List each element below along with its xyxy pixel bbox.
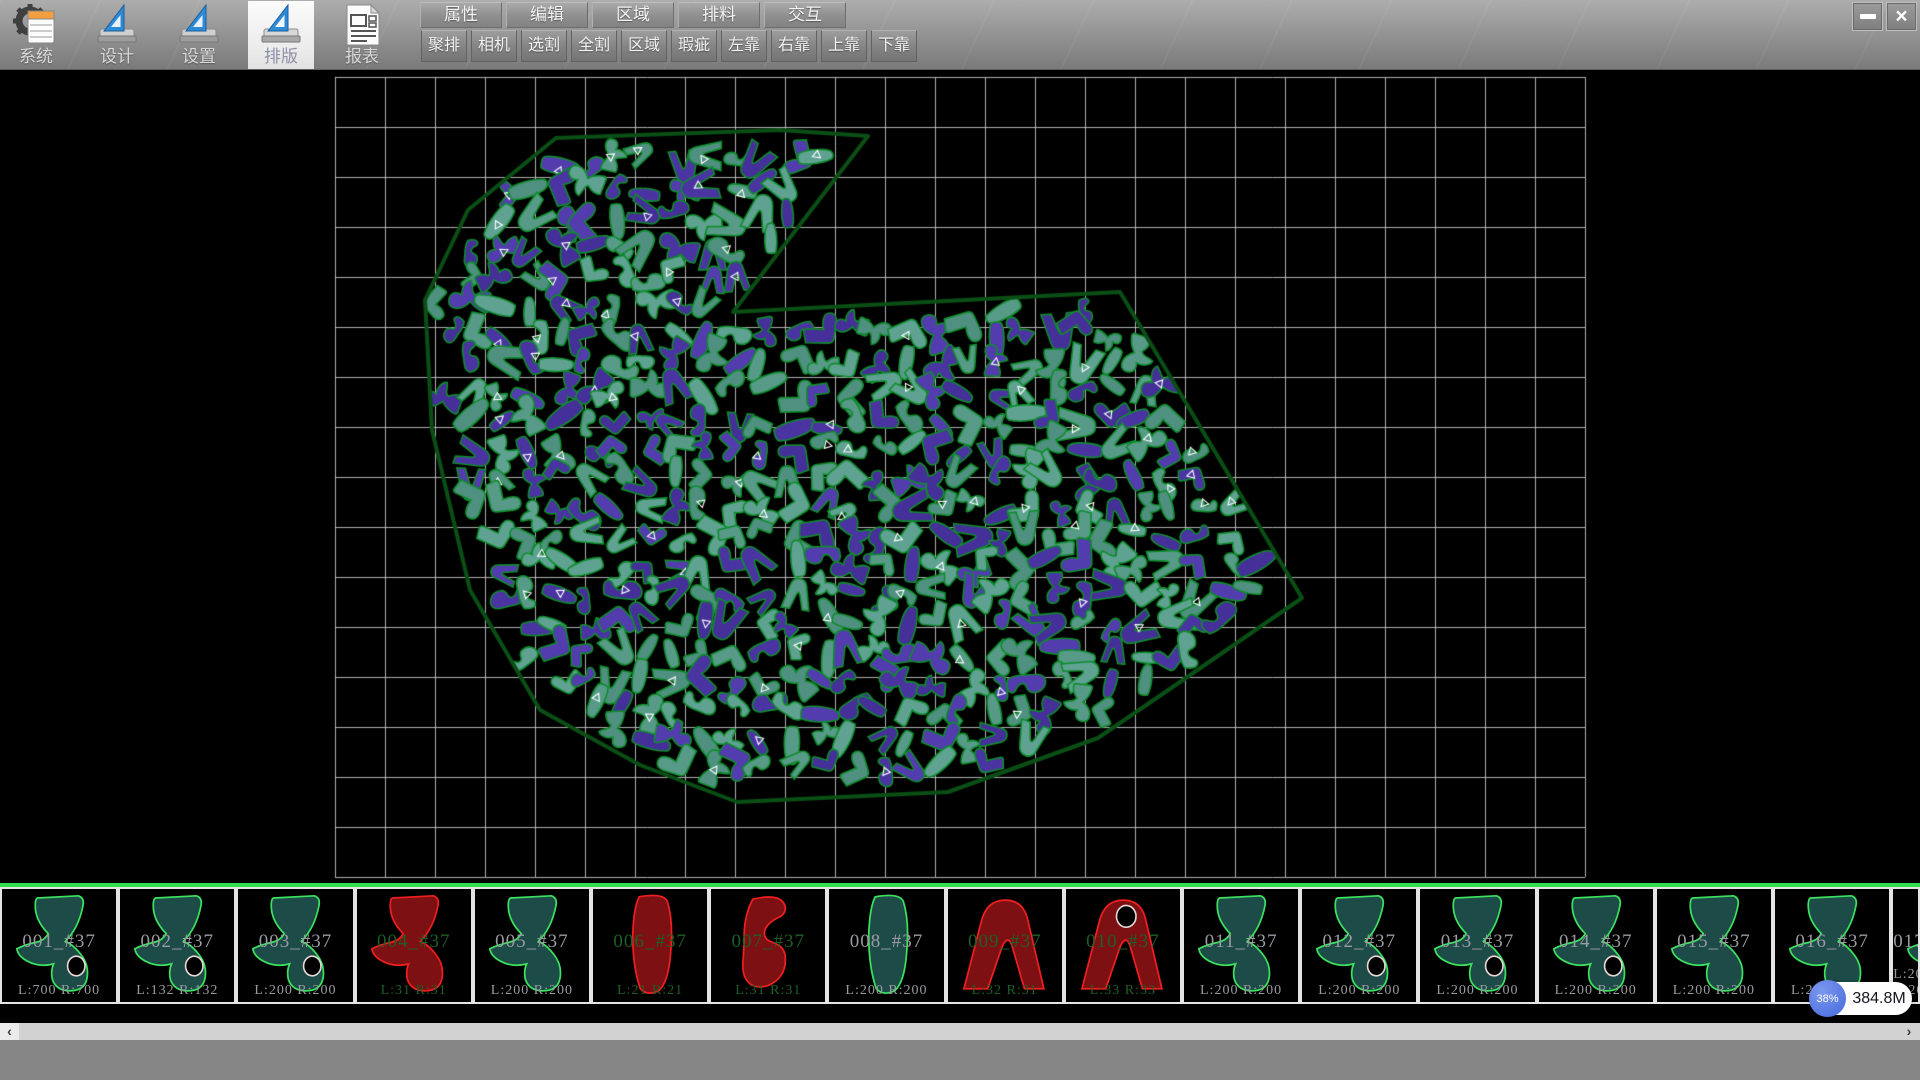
thumbnail-003_#37[interactable]: 003_#37L:200 R:200 [236,887,354,1004]
menu-button-编辑[interactable]: 编辑 [506,2,588,28]
menu-button-交互[interactable]: 交互 [764,2,846,28]
thumbnail-002_#37[interactable]: 002_#37L:132 R:132 [118,887,236,1004]
thumbnail-012_#37[interactable]: 012_#37L:200 R:200 [1300,887,1418,1004]
tool-button-瑕疵[interactable]: 瑕疵 [671,30,717,62]
memory-percent-badge: 38% [1809,980,1846,1017]
close-icon: × [1895,6,1907,27]
piece-shape [951,891,1059,1000]
tool-button-下靠[interactable]: 下靠 [871,30,917,62]
menu-button-排料[interactable]: 排料 [678,2,760,28]
tool-button-区域[interactable]: 区域 [621,30,667,62]
thumbnail-010_#37[interactable]: 010_#37L:33 R:33 [1064,887,1182,1004]
settings-icon [176,3,222,47]
memory-badge: 38% 384.8M [1812,982,1912,1015]
piece-shape [1305,891,1413,1000]
piece-shape [832,891,940,1000]
notepad [28,11,54,43]
mode-button-设置[interactable]: 设置 [166,1,232,69]
piece-shape [478,891,586,1000]
thumbnail-009_#37[interactable]: 009_#37L:32 R:31 [946,887,1064,1004]
piece-shape [5,891,113,1000]
ribbon-bar: 系统设计设置排版报表 属性编辑区域排料交互 聚排相机选割全割区域瑕疵左靠右靠上靠… [0,0,1920,70]
tool-row: 聚排相机选割全割区域瑕疵左靠右靠上靠下靠 [421,30,917,62]
tool-button-选割[interactable]: 选割 [521,30,567,62]
close-button[interactable]: × [1886,2,1917,31]
scroll-left-arrow[interactable]: ‹ [0,1023,19,1040]
thumbnail-008_#37[interactable]: 008_#37L:200 R:200 [827,887,945,1004]
tool-button-左靠[interactable]: 左靠 [721,30,767,62]
mode-button-label: 系统 [19,47,53,67]
piece-shape [360,891,468,1000]
tool-button-聚排[interactable]: 聚排 [421,30,467,62]
thumbnail-007_#37[interactable]: 007_#37L:31 R:31 [709,887,827,1004]
nesting-icon [258,3,304,47]
piece-shape [1542,891,1650,1000]
thumbnail-005_#37[interactable]: 005_#37L:200 R:200 [473,887,591,1004]
piece-shape [714,891,822,1000]
menu-row: 属性编辑区域排料交互 [420,2,846,28]
piece-shape [1423,891,1531,1000]
piece-shape [1187,891,1295,1000]
tool-button-上靠[interactable]: 上靠 [821,30,867,62]
design-icon [94,3,140,47]
application-window: 系统设计设置排版报表 属性编辑区域排料交互 聚排相机选割全割区域瑕疵左靠右靠上靠… [0,0,1920,1080]
piece-shape [1660,891,1768,1000]
piece-shape [241,891,349,1000]
scroll-right-arrow[interactable]: › [1900,1023,1918,1040]
tool-button-相机[interactable]: 相机 [471,30,517,62]
minimize-button[interactable] [1852,2,1883,31]
piece-thumbnail-strip: 001_#37L:700 R:700002_#37L:132 R:132003_… [0,887,1920,1004]
horizontal-scrollbar[interactable]: ‹ › [0,1023,1920,1040]
thumbnail-013_#37[interactable]: 013_#37L:200 R:200 [1418,887,1536,1004]
mode-button-报表[interactable]: 报表 [329,1,395,69]
menu-button-属性[interactable]: 属性 [420,2,502,28]
mode-button-系统[interactable]: 系统 [3,1,69,69]
report-icon [339,3,385,47]
minimize-icon [1860,14,1876,19]
menu-button-区域[interactable]: 区域 [592,2,674,28]
tool-button-右靠[interactable]: 右靠 [771,30,817,62]
nesting-canvas[interactable] [0,70,1920,883]
piece-shape [1069,891,1177,1000]
system-icon [13,3,59,47]
mode-button-排版[interactable]: 排版 [248,1,314,69]
mode-button-label: 排版 [264,47,298,67]
piece-shape [123,891,231,1000]
thumbnail-015_#37[interactable]: 015_#37L:200 R:200 [1655,887,1773,1004]
thumbnail-006_#37[interactable]: 006_#37L:21 R:21 [591,887,709,1004]
mode-button-label: 报表 [345,47,379,67]
thumbnail-001_#37[interactable]: 001_#37L:700 R:700 [0,887,118,1004]
mode-button-设计[interactable]: 设计 [84,1,150,69]
mode-button-label: 设置 [182,47,216,67]
thumbnail-011_#37[interactable]: 011_#37L:200 R:200 [1182,887,1300,1004]
piece-shape [596,891,704,1000]
memory-usage-label: 384.8M [1852,990,1906,1008]
tool-button-全割[interactable]: 全割 [571,30,617,62]
strip-gap [0,1004,1920,1023]
status-band [0,1040,1920,1080]
thumbnail-014_#37[interactable]: 014_#37L:200 R:200 [1537,887,1655,1004]
thumbnail-004_#37[interactable]: 004_#37L:31 R:31 [355,887,473,1004]
mode-button-label: 设计 [100,47,134,67]
